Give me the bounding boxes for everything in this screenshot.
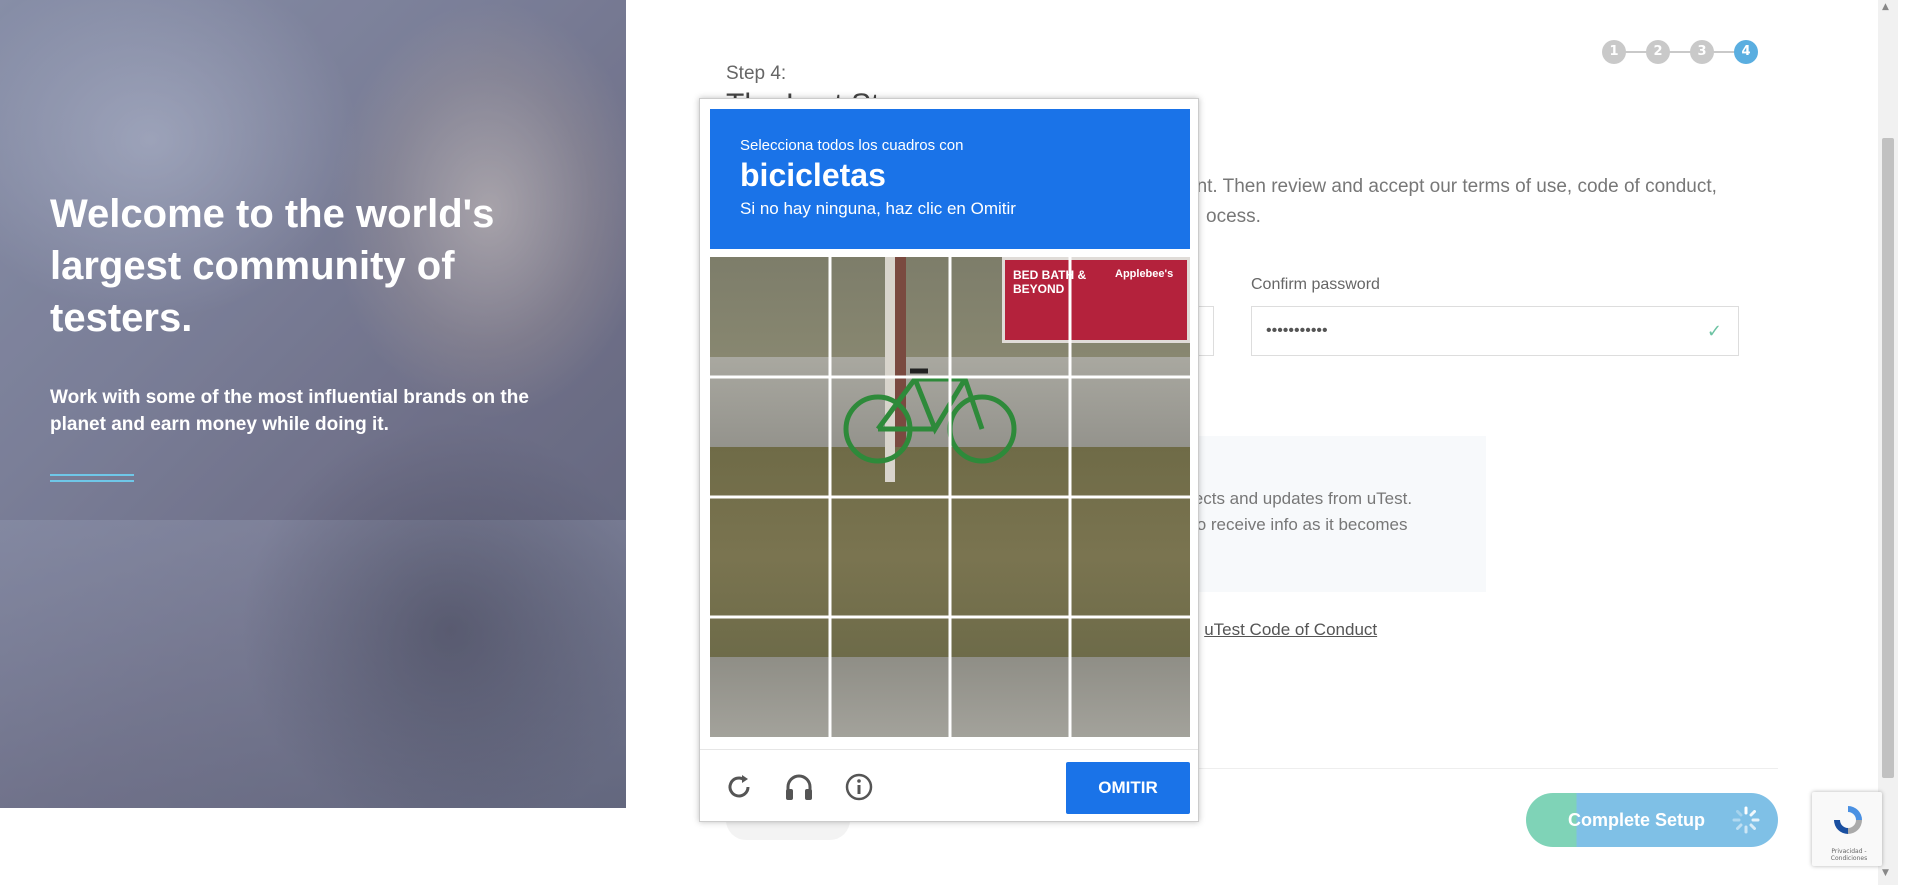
recaptcha-badge-text: Privacidad - Condiciones [1830,848,1868,862]
captcha-header: Selecciona todos los cuadros con bicicle… [710,109,1190,249]
step-4: 4 [1734,40,1758,64]
captcha-dialog: Selecciona todos los cuadros con bicicle… [699,98,1199,822]
captcha-tile[interactable] [710,619,828,737]
step-3: 3 [1690,40,1714,64]
captcha-tile[interactable] [710,499,828,617]
captcha-tile[interactable] [831,257,949,375]
code-of-conduct-link[interactable]: uTest Code of Conduct [1204,620,1377,639]
captcha-instruction: Selecciona todos los cuadros con [740,137,964,154]
captcha-tile[interactable] [952,378,1070,496]
hero-heading: Welcome to the world's largest community… [50,192,495,340]
confirm-password-input[interactable] [1252,307,1694,355]
scroll-up-arrow-icon[interactable]: ▲ [1882,2,1889,12]
scrollbar-thumb[interactable] [1882,138,1894,778]
captcha-tile[interactable] [1072,257,1190,375]
captcha-tile[interactable] [710,257,828,375]
complete-setup-button[interactable]: Complete Setup [1526,793,1778,847]
scroll-down-arrow-icon[interactable]: ▼ [1882,868,1889,878]
captcha-tile[interactable] [1072,619,1190,737]
recaptcha-badge[interactable]: Privacidad - Condiciones [1812,792,1882,866]
hero-divider [50,474,134,482]
captcha-tile[interactable] [1072,499,1190,617]
check-icon: ✓ [1706,321,1722,342]
step-1: 1 [1602,40,1626,64]
recaptcha-logo-icon [1834,806,1862,834]
captcha-tile[interactable] [710,378,828,496]
captcha-tile[interactable] [952,619,1070,737]
captcha-tile[interactable] [831,619,949,737]
info-icon[interactable] [844,772,874,802]
captcha-tile-grid [710,257,1190,737]
hero-subtext: Work with some of the most influential b… [50,387,529,435]
captcha-hint: Si no hay ninguna, haz clic en Omitir [740,199,1016,218]
captcha-tile[interactable] [1072,378,1190,496]
step-label: Step 4: [726,63,787,84]
spinner-icon [1732,806,1760,834]
captcha-footer: OMITIR [700,749,1198,822]
confirm-password-label: Confirm password [1251,276,1380,293]
captcha-tile[interactable] [831,378,949,496]
headphones-icon[interactable] [784,772,814,802]
captcha-tile[interactable] [952,257,1070,375]
hero-panel: Welcome to the world's largest community… [0,0,626,808]
captcha-tile[interactable] [952,499,1070,617]
captcha-tile[interactable] [831,499,949,617]
captcha-target: bicicletas [740,157,886,193]
reload-icon[interactable] [724,772,754,802]
complete-setup-label: Complete Setup [1568,810,1706,830]
step-2: 2 [1646,40,1670,64]
skip-button[interactable]: OMITIR [1066,762,1190,814]
confirm-password-field[interactable]: ✓ [1251,306,1739,356]
